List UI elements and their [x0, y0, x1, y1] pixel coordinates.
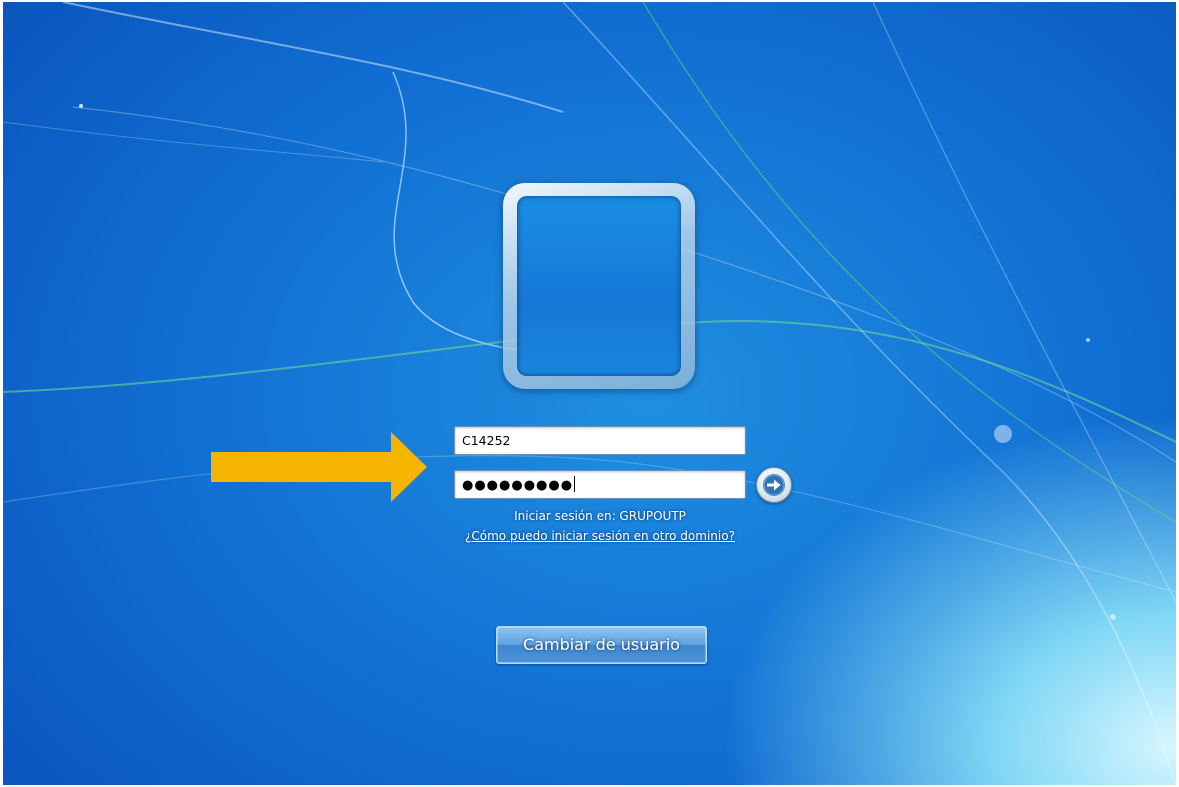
user-picture: [517, 196, 681, 376]
pointer-arrow-icon: [211, 432, 427, 502]
username-value: C14252: [462, 433, 511, 448]
switch-user-button[interactable]: Cambiar de usuario: [496, 626, 707, 664]
password-value: ●●●●●●●●●: [462, 478, 574, 493]
login-screen: [3, 2, 1176, 785]
password-field[interactable]: ●●●●●●●●●: [454, 470, 746, 499]
wallpaper-swooshes: [3, 2, 1176, 785]
user-picture-frame: [503, 183, 695, 389]
domain-label: Iniciar sesión en: GRUPOUTP: [514, 509, 686, 523]
arrow-right-icon: [763, 474, 785, 496]
other-domain-link[interactable]: ¿Cómo puedo iniciar sesión en otro domin…: [420, 529, 780, 543]
submit-login-button[interactable]: [756, 467, 792, 503]
text-caret: [574, 476, 576, 492]
username-field[interactable]: C14252: [454, 426, 746, 455]
